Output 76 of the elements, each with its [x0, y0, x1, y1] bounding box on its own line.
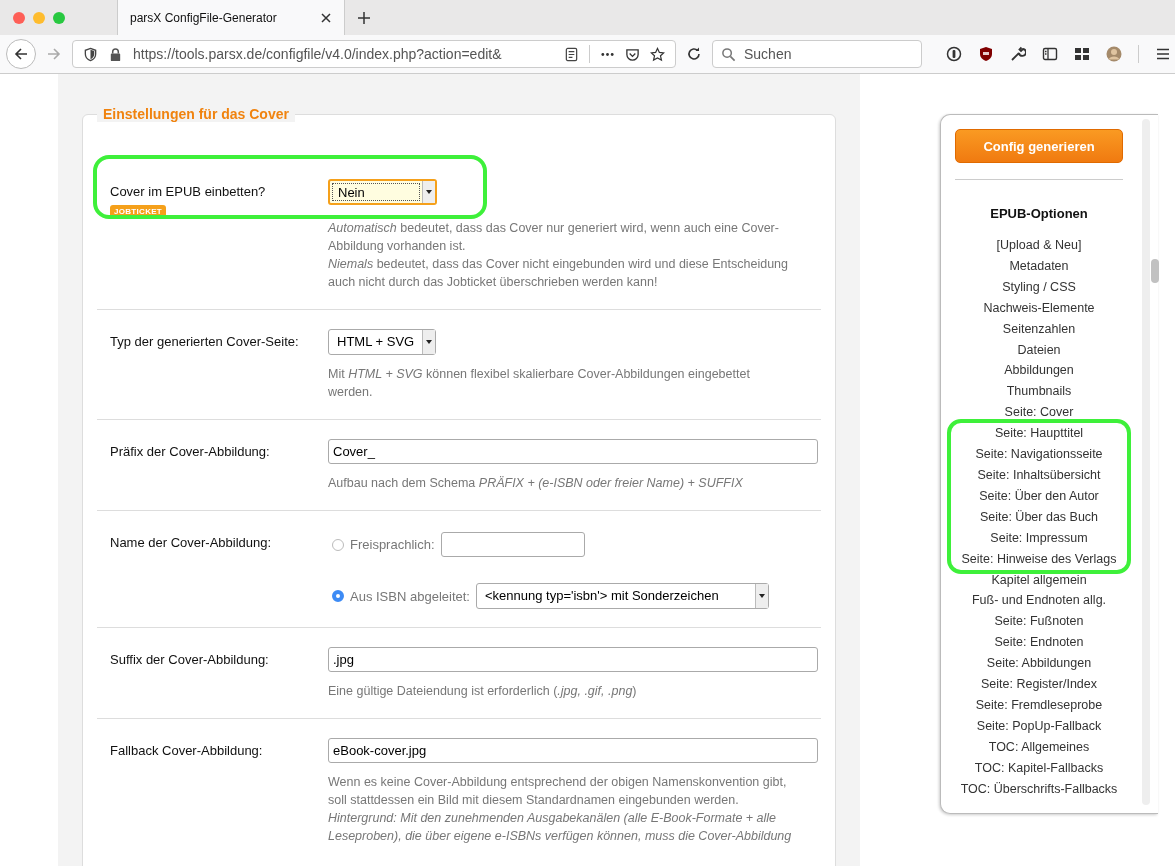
grid-icon[interactable] — [1074, 46, 1090, 62]
field-label: Name der Cover-Abbildung: — [110, 535, 273, 550]
sidebar-link[interactable]: Abbildungen — [1004, 360, 1074, 382]
new-tab-icon[interactable] — [357, 10, 371, 25]
sidebar-link[interactable]: Seite: Endnoten — [994, 632, 1084, 654]
wrench-icon[interactable] — [1010, 46, 1026, 62]
sidebar-heading: EPUB-Optionen — [989, 206, 1089, 221]
field-label: Fallback Cover-Abbildung: — [110, 743, 264, 758]
caret-icon — [426, 190, 432, 194]
sidebar-link[interactable]: Seite: Über den Autor — [979, 485, 1099, 507]
sidebar-link[interactable]: Seite: Über das Buch — [979, 506, 1099, 528]
help-text: Eine gültige Dateiendung ist erforderlich (.jpg, .gif, .png) — [328, 683, 638, 700]
sidebar-link[interactable]: Nachweis-Elemente — [983, 297, 1095, 319]
sidebar-link[interactable]: Seite: Impressum — [990, 527, 1088, 549]
radio-label: Aus ISBN abgeleitet: — [350, 588, 470, 604]
search-field[interactable]: Suchen — [712, 40, 922, 68]
sidebar-link[interactable]: Seite: Fremdleseprobe — [975, 694, 1103, 716]
menu-icon[interactable] — [1155, 46, 1171, 62]
star-icon[interactable] — [650, 46, 665, 62]
field-label: Typ der generierten Cover-Seite: — [110, 334, 300, 349]
field-label: Suffix der Cover-Abbildung: — [110, 652, 270, 667]
sidebar-link[interactable]: TOC: Kapitel-Fallbacks — [974, 757, 1104, 779]
help-text: Wenn es keine Cover-Abbildung entsprechend der obigen Namenskonvention gibt, soll stattdessen ein Bild mit diesem Standardnamen eingebunden werden. — [328, 774, 788, 809]
sidebar-link[interactable]: Seite: Cover — [1004, 402, 1074, 424]
sidebar-link[interactable]: TOC: Überschrifts-Fallbacks — [960, 778, 1118, 800]
reader-view-icon[interactable] — [564, 46, 579, 62]
sidebar-link[interactable]: Seite: Hinweise des Verlags — [961, 548, 1117, 570]
lock-icon — [108, 46, 123, 62]
help-text: Automatisch bedeutet, dass das Cover nur generiert wird, wenn auch eine Cover-Abbildung vorhanden ist. — [328, 220, 780, 255]
sidebar-link[interactable]: Kapitel allgemein — [991, 569, 1087, 591]
avatar-icon[interactable] — [1106, 46, 1122, 62]
text-field[interactable]: .jpg — [328, 647, 818, 672]
browser-tab[interactable]: parsX ConfigFile-Generator — [117, 0, 345, 35]
text-field[interactable] — [440, 532, 585, 557]
sidebar-link[interactable]: TOC: Allgemeines — [988, 736, 1090, 758]
radio-button[interactable] — [332, 590, 344, 602]
sidebar-link[interactable]: Seite: Fußnoten — [994, 611, 1084, 633]
sidebar-link[interactable]: Thumbnails — [1006, 381, 1072, 403]
sidebar-link[interactable]: Styling / CSS — [1002, 276, 1076, 298]
caret-icon — [758, 594, 765, 598]
field-label: Präfix der Cover-Abbildung: — [110, 444, 271, 459]
search-icon — [721, 46, 736, 62]
sidebar-link[interactable]: Fuß- und Endnoten allg. — [971, 590, 1107, 612]
dropdown[interactable]: <kennung typ='isbn'> mit Sonderzeichen — [475, 583, 769, 609]
help-text: Mit HTML + SVG können flexibel skalierbare Cover-Abbildungen eingebettet werden. — [328, 366, 751, 401]
close-icon[interactable] — [320, 11, 332, 24]
caret-icon — [426, 340, 433, 344]
section-title: Einstellungen für das Cover — [97, 106, 295, 122]
sidebar-link[interactable]: Dateien — [1017, 339, 1061, 361]
shield-icon[interactable] — [978, 46, 994, 62]
back-button[interactable] — [6, 39, 36, 69]
reload-icon[interactable] — [686, 46, 702, 62]
field-label: Cover im EPUB einbetten? — [110, 184, 267, 199]
pocket-icon[interactable] — [625, 46, 640, 62]
sidebar-link[interactable]: [Upload & Neu] — [996, 235, 1082, 256]
sidebar-link[interactable]: Seite: Navigationsseite — [975, 444, 1103, 465]
sidebar-link[interactable]: Seite: PopUp-Fallback — [976, 715, 1102, 737]
sidebar-link[interactable]: Seite: Inhaltsübersicht — [977, 464, 1101, 486]
shield-icon[interactable] — [83, 46, 98, 62]
back-arrow-icon — [13, 46, 29, 62]
radio-button[interactable] — [332, 538, 344, 551]
sidebar-icon[interactable] — [1042, 46, 1058, 62]
help-text: Hintergrund: Mit den zunehmenden Ausgabekanälen (alle E-Book-Formate + alle Leseproben), die über eigene e-ISBNs verfügen können, muss die Cover-Abbildung — [328, 810, 793, 845]
info-icon[interactable] — [946, 46, 962, 62]
sidebar-link[interactable]: Seite: Haupttitel — [994, 423, 1084, 445]
sidebar-link[interactable]: Seite: Register/Index — [980, 674, 1097, 695]
radio-label: Freisprachlich: — [350, 537, 435, 552]
sidebar-link[interactable]: Seite: Abbildungen — [986, 653, 1092, 675]
help-text: Aufbau nach dem Schema PRÄFIX + (e-ISBN oder freier Name) + SUFFIX — [328, 475, 744, 492]
help-text: Niemals bedeutet, dass das Cover nicht eingebunden wird und diese Entscheidung auch nicht durch das Jobticket überschrieben werden kann! — [328, 256, 790, 291]
text-field[interactable]: eBook-cover.jpg — [328, 738, 818, 763]
sidebar-link[interactable]: Metadaten — [1009, 255, 1069, 277]
text-field[interactable]: Cover_ — [328, 439, 818, 464]
dropdown[interactable]: HTML + SVG — [328, 329, 437, 355]
dropdown[interactable]: Nein — [328, 179, 437, 205]
sidebar-link[interactable]: Seitenzahlen — [1002, 318, 1076, 340]
